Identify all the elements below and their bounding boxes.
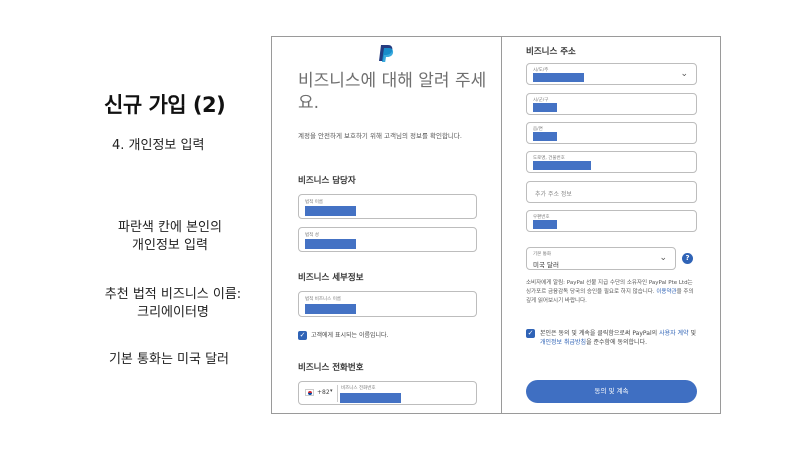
user-agreement-link[interactable]: 사용자 계약 [659,330,689,337]
korea-flag-icon [305,389,314,396]
display-name-checkbox-label: 고객에게 표시되는 이름입니다. [311,332,389,339]
redacted-value [533,73,584,82]
agree-continue-button[interactable]: 동의 및 계속 [526,380,697,403]
display-name-checkbox[interactable]: ✓ [298,331,307,340]
agree-checkbox-label: 본인은 동의 및 계속을 클릭함으로써 PayPal의 사용자 계약 및 개인정… [540,329,700,347]
city-field[interactable]: 시/군/구 [526,93,697,115]
district-field[interactable]: 읍/면 [526,122,697,144]
agree-and: 및 [690,330,697,337]
agree-suffix: 을 준수함에 동의합니다. [586,339,648,346]
field-label: 기본 통화 [533,252,551,257]
note-business-name: 추천 법적 비즈니스 이름: 크리에이터명 [78,286,268,322]
postal-code-field[interactable]: 우편번호 [526,210,697,232]
section-business-details: 비즈니스 세부정보 [298,273,364,283]
terms-link[interactable]: 이용약관 [656,289,676,295]
slide-step-label: 4. 개인정보 입력 [112,138,205,153]
form-heading: 비즈니스에 대해 알려 주세요. [298,71,487,113]
chevron-down-icon: ⌄ [680,69,688,79]
redacted-value [533,220,557,229]
field-label: 비즈니스 전화번호 [341,386,376,391]
chevron-down-icon: ⌄ [659,253,667,263]
consumer-notice: 소비자에게 알림: PayPal 선불 지급 수단의 소유자인 PayPal P… [526,279,698,306]
help-icon[interactable]: ? [682,253,693,264]
extra-address-field[interactable]: 추가 주소 정보 [526,181,697,203]
section-business-address: 비즈니스 주소 [526,47,576,57]
field-separator [337,385,338,402]
currency-select[interactable]: 기본 통화 미국 달러 ⌄ [526,247,676,270]
privacy-policy-link[interactable]: 개인정보 취급방침 [540,339,586,346]
field-label: 법적 비즈니스 이름 [305,297,341,302]
field-label: 법적 이름 [305,200,323,205]
note-blue-fields: 파란색 칸에 본인의 개인정보 입력 [95,219,245,255]
agree-prefix: 본인은 동의 및 계속을 클릭함으로써 PayPal의 [540,330,658,337]
redacted-value [533,161,591,170]
agree-checkbox[interactable]: ✓ [526,329,535,338]
field-placeholder: 추가 주소 정보 [535,191,572,198]
redacted-value [533,132,557,141]
redacted-value [305,239,356,249]
column-divider [501,36,502,414]
note-currency: 기본 통화는 미국 달러 [108,352,230,367]
redacted-value [305,304,356,314]
redacted-value [533,103,557,112]
chevron-down-icon: ▾ [330,388,333,394]
currency-value: 미국 달러 [533,261,559,269]
field-label: 법적 성 [305,233,319,238]
legal-first-name-field[interactable]: 법적 이름 [298,194,477,219]
note-line: 크리에이터명 [137,305,209,320]
slide-title: 신규 가입 (2) [104,93,226,117]
province-select[interactable]: 시/도/주 ⌄ [526,63,697,85]
note-line: 개인정보 입력 [132,238,208,253]
street-address-field[interactable]: 도로명, 건물번호 [526,151,697,173]
business-phone-field[interactable]: +82 ▾ 비즈니스 전화번호 [298,381,477,405]
section-business-phone: 비즈니스 전화번호 [298,363,364,373]
redacted-value [340,393,401,403]
legal-last-name-field[interactable]: 법적 성 [298,227,477,252]
form-intro: 계정을 안전하게 보호하기 위해 고객님의 정보를 확인합니다. [298,132,462,140]
redacted-value [305,206,356,216]
note-line: 파란색 칸에 본인의 [118,220,222,235]
section-business-contact: 비즈니스 담당자 [298,176,356,186]
legal-business-name-field[interactable]: 법적 비즈니스 이름 [298,291,477,317]
note-line: 추천 법적 비즈니스 이름: [104,287,242,302]
country-code[interactable]: +82 [317,389,330,396]
paypal-logo-icon [379,45,394,62]
